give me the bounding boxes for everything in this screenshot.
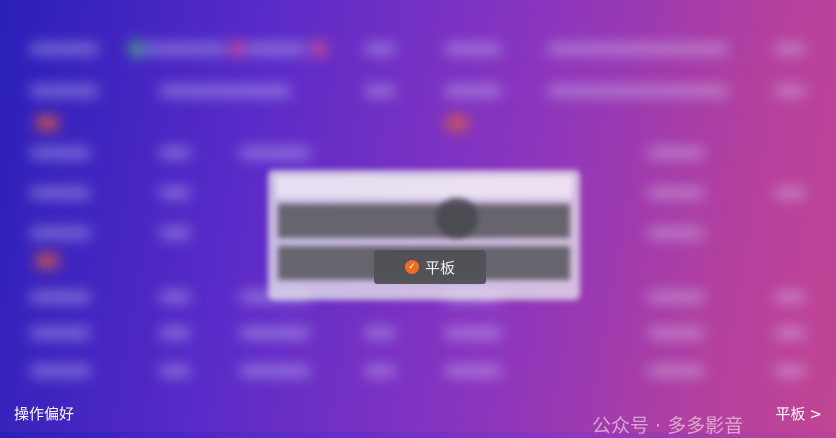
check-icon: ✓ <box>404 260 419 274</box>
operation-preference-value[interactable]: 平板 > <box>775 403 822 424</box>
picker-option-row[interactable] <box>278 204 570 238</box>
operation-preference-label: 操作偏好 <box>14 405 75 423</box>
preference-value-text: 平板 <box>775 405 806 423</box>
option-label: 平板 <box>424 258 455 277</box>
dialog-header <box>276 176 572 198</box>
watermark: 公众号 · 多多影音 <box>592 415 744 437</box>
selected-option-tablet[interactable]: ✓ 平板 <box>374 250 486 284</box>
chevron-right-icon: > <box>809 404 822 423</box>
drag-handle[interactable] <box>436 198 478 238</box>
